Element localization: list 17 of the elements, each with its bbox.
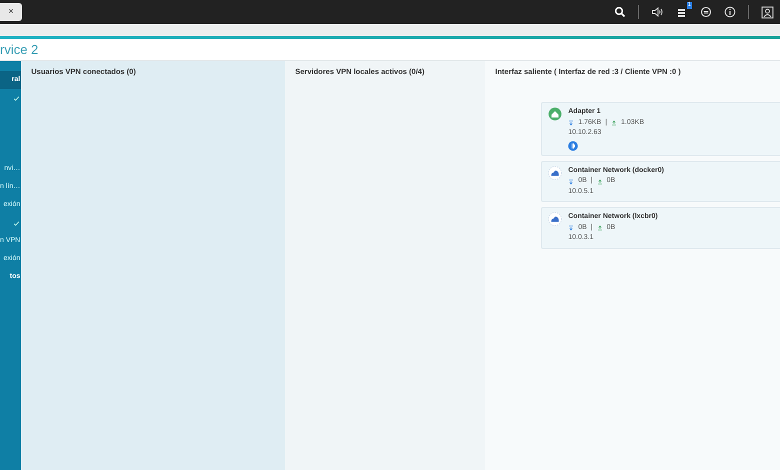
- check-icon[interactable]: [13, 94, 20, 102]
- user-icon[interactable]: [761, 6, 774, 18]
- download-icon: [568, 225, 574, 232]
- close-tab-button[interactable]: ×: [0, 3, 22, 21]
- sync-icon[interactable]: [700, 6, 712, 18]
- info-icon[interactable]: [724, 6, 736, 18]
- upload-icon: [596, 225, 603, 232]
- download-icon: [568, 178, 574, 185]
- cloud-icon: [548, 212, 562, 226]
- cloud-icon: [548, 166, 562, 180]
- speaker-icon[interactable]: [651, 6, 664, 18]
- search-icon[interactable]: [614, 6, 626, 18]
- upload-icon: [596, 178, 603, 185]
- check-icon[interactable]: [13, 220, 20, 226]
- download-icon: [568, 120, 574, 126]
- network-adapter-icon: [548, 107, 562, 122]
- upload-icon: [611, 120, 618, 126]
